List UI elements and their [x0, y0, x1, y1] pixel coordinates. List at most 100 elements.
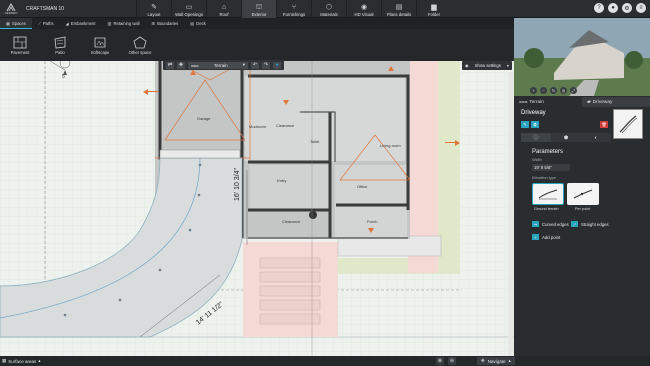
zoom-out-icon[interactable]: −: [540, 87, 547, 94]
crumb-driveway[interactable]: ▰ Driveway: [582, 97, 650, 107]
main-tab-label: Plans details: [386, 12, 412, 17]
patio-button[interactable]: Patio: [40, 29, 80, 61]
settings-icon[interactable]: ⚙: [622, 3, 632, 13]
plans-details-icon: ▤: [395, 4, 403, 11]
label-clearance-1: Clearance: [276, 123, 295, 128]
level-select[interactable]: ⩶ Terrain ▾: [188, 61, 248, 69]
tab-material[interactable]: ⬢: [551, 133, 581, 142]
help-icon[interactable]: ?: [594, 3, 604, 13]
paths-icon: ⟋: [37, 21, 41, 26]
main-tab-roof[interactable]: ⌂ Roof: [206, 0, 241, 18]
main-tab-hd-visual[interactable]: ◉ HD Visual: [346, 0, 381, 18]
pavement-button[interactable]: Pavement: [0, 29, 40, 61]
tab-boundaries[interactable]: ⊞ Boundaries: [146, 18, 185, 29]
softscape-icon: [94, 37, 106, 47]
level-icon: ⩶: [191, 62, 199, 68]
menu-icon[interactable]: ≡: [636, 3, 646, 13]
tab-color[interactable]: ◐: [581, 133, 611, 142]
driveway-icon: ▰: [587, 99, 591, 105]
tab-retaining-wall[interactable]: ▥ Retaining wall: [102, 18, 146, 29]
undo-icon[interactable]: ↶: [251, 61, 259, 69]
account-icon[interactable]: ●: [608, 3, 618, 13]
view-icon[interactable]: ◎: [560, 87, 567, 94]
straight-edges-button[interactable]: ⟋ Straight edges: [571, 221, 609, 227]
canvas-toolbar: ⇄ ✥ ⩶ Terrain ▾ ↶ ↷ ●: [163, 60, 284, 70]
elevation-type-label: Elevation type: [532, 176, 556, 180]
curved-edges-button[interactable]: ⤳ Curved edges: [532, 221, 569, 227]
compass-number: 5: [62, 74, 65, 80]
width-input[interactable]: 19' 8 5/8": [532, 164, 570, 171]
chevron-down-icon: ▾: [506, 63, 509, 68]
roof-icon: ⌂: [221, 4, 227, 11]
per-point-option[interactable]: [567, 183, 599, 205]
folder-icon: ▆: [431, 4, 437, 11]
tab-embankment[interactable]: ◢ Embankment: [60, 18, 102, 29]
floor-plan[interactable]: [0, 61, 514, 356]
main-tab-materials[interactable]: ⬡ Materials: [311, 0, 346, 18]
main-tab-furnishings[interactable]: ⑂ Furnishings: [276, 0, 311, 18]
cedreo-logo: CEDREO: [0, 0, 22, 18]
per-point-label: Per point: [575, 207, 591, 211]
zoom-out-button[interactable]: ⊖: [448, 357, 456, 365]
crumb-terrain[interactable]: ⩶ Terrain: [514, 97, 582, 107]
tab-spaces[interactable]: ▦ Spaces: [0, 18, 32, 29]
fullscreen-icon[interactable]: ⤢: [570, 87, 577, 94]
zoom-in-button[interactable]: ⊕: [436, 357, 444, 365]
rotate-icon[interactable]: ↻: [550, 87, 557, 94]
label-mudroom: Mudroom: [249, 124, 266, 129]
info-icon: ⓘ: [533, 135, 539, 141]
chevron-up-icon: ▴: [508, 358, 511, 363]
main-tab-layout[interactable]: ✎ Layout: [136, 0, 171, 18]
top-bar: CEDREO CRAFTSMAN 10 ✎ Layout ▭ Wall Opening…: [0, 0, 650, 18]
object-title: Driveway: [521, 110, 546, 116]
swap-icon[interactable]: ⇄: [166, 61, 174, 69]
chevron-up-icon: ▴: [38, 358, 41, 363]
navigate-icon: ✥: [481, 358, 485, 363]
materials-icon: ⬡: [325, 4, 333, 11]
softscape-button[interactable]: Softscape: [80, 29, 120, 61]
navigate-button[interactable]: ✥ Navigate ▴: [477, 357, 515, 365]
tab-info[interactable]: ⓘ: [521, 133, 551, 142]
add-point-button[interactable]: + Add point: [532, 234, 560, 240]
zoom-in-icon[interactable]: +: [530, 87, 537, 94]
delete-icon[interactable]: 🗑: [600, 121, 608, 128]
record-icon[interactable]: ●: [273, 61, 281, 69]
edit-icon[interactable]: ✎: [521, 121, 529, 128]
pavement-icon: [13, 36, 27, 48]
bottom-bar: [0, 356, 650, 366]
breadcrumb: ⩶ Terrain ▰ Driveway: [514, 97, 650, 107]
show-settings-button[interactable]: ◉ Show settings ▾: [462, 61, 512, 70]
tab-paths[interactable]: ⟋ Paths: [32, 18, 60, 29]
plan-canvas[interactable]: Garage Clearance Toilet Living room Mudr…: [0, 61, 514, 356]
project-name: CRAFTSMAN 10: [26, 5, 65, 12]
parameters-heading: Parameters: [532, 149, 564, 155]
add-point-icon: +: [532, 234, 539, 240]
retaining-wall-icon: ▥: [107, 21, 112, 26]
dimension-label-vertical: 16' 10 3/4": [234, 167, 241, 201]
sub-tab-bar: ▦ Spaces ⟋ Paths ◢ Embankment ▥ Retaining wa…: [0, 18, 514, 29]
redo-icon[interactable]: ↷: [262, 61, 270, 69]
driveway-thumbnail[interactable]: [613, 109, 643, 139]
straight-line-icon: ⟋: [571, 221, 578, 227]
wall-openings-icon: ▭: [185, 4, 193, 11]
move-icon[interactable]: ✥: [177, 61, 185, 69]
main-tab-plans-details[interactable]: ▤ Plans details: [381, 0, 416, 18]
main-tab-folder[interactable]: ▆ Folder: [416, 0, 451, 18]
ground-terrain-option[interactable]: [532, 183, 564, 205]
main-tab-exterior[interactable]: ⛫ Exterior: [241, 0, 276, 18]
surface-areas-toggle[interactable]: ▦ Surface areas ▴: [2, 356, 41, 366]
other-space-button[interactable]: Other space: [120, 29, 160, 61]
main-tab-label: Folder: [427, 12, 441, 17]
duplicate-icon[interactable]: ⧉: [531, 121, 539, 128]
label-garage: Garage: [197, 116, 211, 121]
eye-icon: ◉: [465, 63, 469, 68]
3d-preview[interactable]: [514, 18, 650, 96]
space-ribbon: Pavement Patio Softscape Other space: [0, 29, 514, 61]
exterior-icon: ⛫: [255, 4, 263, 11]
tab-deck[interactable]: ▤ Deck: [184, 18, 212, 29]
main-tab-wall-openings[interactable]: ▭ Wall Openings: [171, 0, 206, 18]
label-living-room: Living room: [380, 143, 401, 148]
vertical-scrollbar[interactable]: [508, 72, 513, 356]
label-clearance-2: Clearance: [282, 219, 301, 224]
logo-text: CEDREO: [4, 10, 18, 15]
